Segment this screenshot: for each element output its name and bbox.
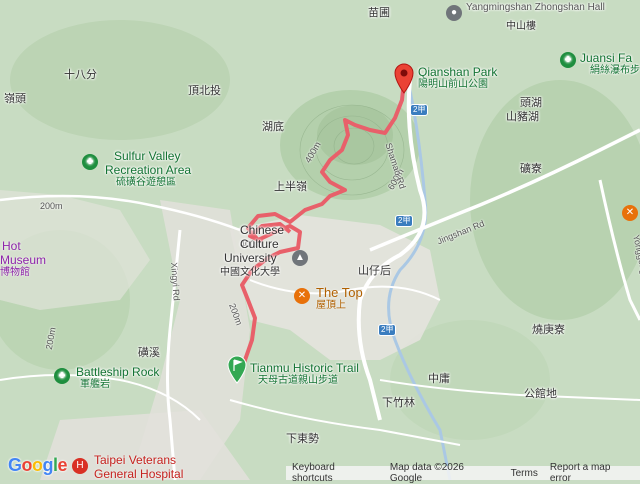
place-label: 礦寮 [520,163,542,175]
place-label: 公館地 [524,388,557,400]
poi-qianshan-park[interactable]: Qianshan Park [418,66,497,78]
poi-museum[interactable]: Hot [2,240,21,252]
poi-culture-university-3[interactable]: University [224,252,277,264]
poi-qianshan-park-zh: 陽明山前山公園 [418,79,488,90]
poi-sulfur-valley-zh: 硫磺谷遊憩區 [116,177,176,188]
place-label: 上半嶺 [274,181,307,193]
poi-juansi[interactable]: Juansi Fa [580,52,632,64]
place-label: 磺溪 [138,347,160,359]
place-label: 湖底 [262,121,284,133]
keyboard-shortcuts-link[interactable]: Keyboard shortcuts [292,462,378,484]
red-map-pin[interactable] [393,62,415,94]
poi-battleship-rock-zh: 軍艦岩 [80,379,110,390]
poi-museum-zh: 博物館 [0,267,30,278]
route-shield: 2甲 [410,104,429,116]
park-icon[interactable]: ♣ [82,154,98,170]
park-icon[interactable]: ♣ [54,368,70,384]
road-label: Xingyi Rd [169,261,182,302]
fork-knife-icon[interactable]: ✕ [294,288,310,304]
poi-the-top-zh: 屋頂上 [316,300,346,311]
route-shield: 2甲 [395,215,414,227]
place-label: 下東勢 [286,433,319,445]
terms-link[interactable]: Terms [511,468,538,479]
map-footer: Keyboard shortcuts Map data ©2026 Google… [286,462,640,484]
poi-culture-university-2[interactable]: Culture [240,238,279,250]
google-logo: Google [8,455,68,475]
place-label: 燒庚寮 [532,324,565,336]
place-label: 山仔后 [358,265,391,277]
poi-culture-university[interactable]: Chinese [240,224,284,236]
poi-culture-university-zh: 中國文化大學 [220,267,280,278]
place-label: 中庸 [428,373,450,385]
poi-the-top[interactable]: The Top [316,286,363,299]
fork-knife-icon[interactable]: ✕ [622,205,638,221]
park-icon[interactable]: ♣ [560,52,576,68]
place-label: 頭湖 [520,97,542,109]
green-flag-marker[interactable] [226,354,248,384]
route-shield: 2甲 [378,324,397,336]
poi-veterans-hospital-2[interactable]: General Hospital [94,468,183,480]
poi-battleship-rock[interactable]: Battleship Rock [76,366,159,378]
landmark-icon[interactable]: ● [446,5,462,21]
place-label: 苗圃 [368,7,390,19]
poi-juansi-zh: 絹絲瀑布步 [590,65,640,76]
place-label: 頂北投 [188,85,221,97]
place-label: 山豬湖 [506,111,539,123]
map-data-attribution: Map data ©2026 Google [389,462,464,484]
poi-zhongshan-hall[interactable]: Yangmingshan Zhongshan Hall [466,3,605,13]
hill-shade [317,105,393,165]
place-label: 十八分 [64,69,97,81]
poi-tianmu-trail-zh: 天母古道親山步道 [258,375,338,386]
poi-sulfur-valley[interactable]: Sulfur Valley [114,150,180,162]
poi-zhongshan-hall-zh: 中山樓 [506,21,536,32]
poi-sulfur-valley-2[interactable]: Recreation Area [105,164,191,176]
hospital-icon[interactable]: H [72,458,88,474]
report-error-link[interactable]: Report a map error [550,462,634,484]
place-label: 嶺頭 [4,93,26,105]
poi-veterans-hospital[interactable]: Taipei Veterans [94,454,176,466]
place-label: 下竹林 [382,397,415,409]
hill-shade [10,20,230,140]
poi-museum-2[interactable]: Museum [0,254,46,266]
elevation-label: 200m [40,201,63,211]
school-icon[interactable]: ▲ [292,250,308,266]
poi-tianmu-trail[interactable]: Tianmu Historic Trail [250,362,359,374]
